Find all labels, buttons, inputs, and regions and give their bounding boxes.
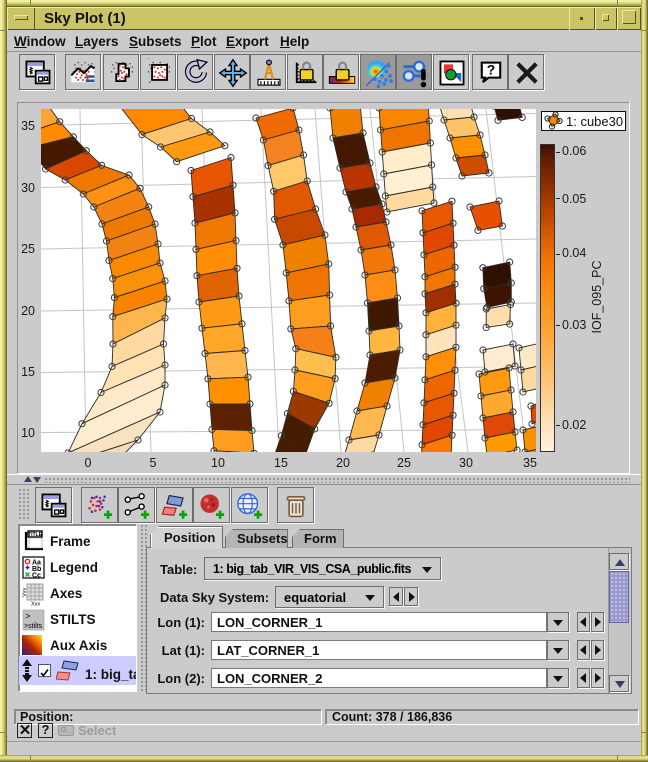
svg-text:TITLE: TITLE [28, 532, 43, 538]
svg-text:>stilts: >stilts [24, 623, 43, 630]
svg-text:Cc: Cc [32, 573, 41, 580]
svg-text:?: ? [487, 62, 495, 78]
svg-text:Xxx: Xxx [31, 602, 40, 607]
svg-text:Vvv: Vvv [22, 588, 28, 597]
svg-text:>: > [25, 612, 30, 622]
